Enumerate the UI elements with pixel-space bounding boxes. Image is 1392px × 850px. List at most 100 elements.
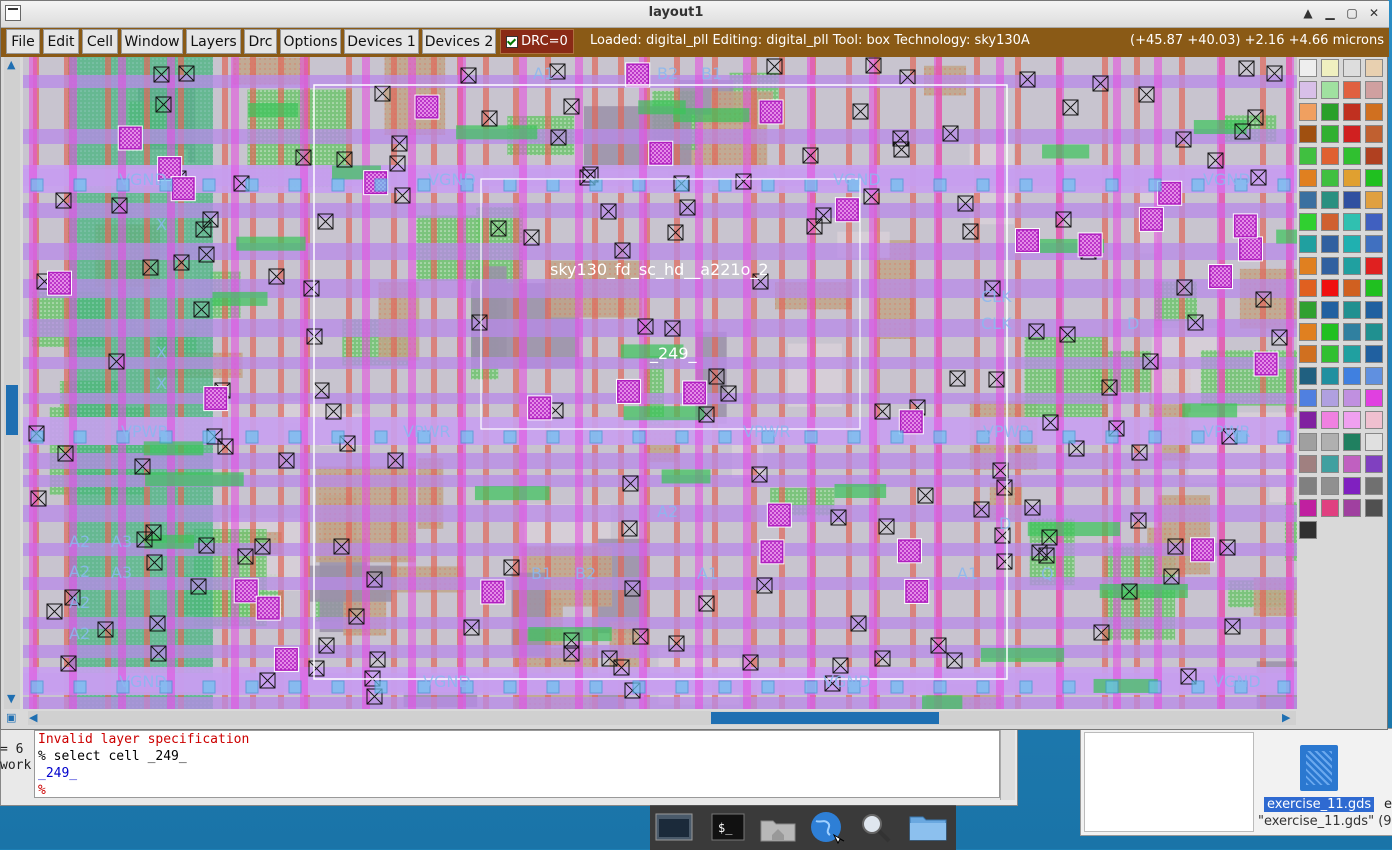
gds-file-icon[interactable] bbox=[1300, 745, 1338, 791]
layer-swatch[interactable] bbox=[1343, 499, 1361, 517]
layer-swatch[interactable] bbox=[1365, 499, 1383, 517]
layer-swatch[interactable] bbox=[1343, 389, 1361, 407]
layer-swatch[interactable] bbox=[1343, 257, 1361, 275]
scroll-down-icon[interactable]: ▼ bbox=[7, 692, 15, 705]
menu-devices-2[interactable]: Devices 2 bbox=[422, 29, 496, 54]
layer-swatch[interactable] bbox=[1321, 169, 1339, 187]
layer-swatch[interactable] bbox=[1365, 433, 1383, 451]
scroll-up-icon[interactable]: ▲ bbox=[7, 58, 15, 71]
layer-swatch[interactable] bbox=[1299, 213, 1317, 231]
layer-swatch[interactable] bbox=[1299, 125, 1317, 143]
layer-swatch[interactable] bbox=[1343, 477, 1361, 495]
scroll-right-icon[interactable]: ▶ bbox=[1282, 711, 1290, 724]
vertical-scroll-thumb[interactable] bbox=[6, 385, 18, 435]
menu-devices-1[interactable]: Devices 1 bbox=[344, 29, 419, 54]
layer-swatch[interactable] bbox=[1321, 477, 1339, 495]
layer-swatch[interactable] bbox=[1365, 147, 1383, 165]
layer-swatch[interactable] bbox=[1299, 301, 1317, 319]
browser-globe-icon[interactable] bbox=[804, 808, 848, 846]
layer-swatch[interactable] bbox=[1299, 477, 1317, 495]
layer-swatch[interactable] bbox=[1365, 191, 1383, 209]
drc-toggle[interactable]: DRC=0 bbox=[500, 29, 574, 54]
layer-swatch[interactable] bbox=[1365, 455, 1383, 473]
menu-cell[interactable]: Cell bbox=[82, 29, 118, 54]
keep-above-icon[interactable]: ▲ bbox=[1299, 5, 1317, 21]
layer-swatch[interactable] bbox=[1343, 147, 1361, 165]
layer-swatch[interactable] bbox=[1299, 455, 1317, 473]
layer-swatch[interactable] bbox=[1299, 521, 1317, 539]
layer-swatch[interactable] bbox=[1321, 81, 1339, 99]
scroll-left-icon[interactable]: ◀ bbox=[29, 711, 37, 724]
layer-swatch[interactable] bbox=[1343, 455, 1361, 473]
layer-swatch[interactable] bbox=[1365, 169, 1383, 187]
layer-palette[interactable] bbox=[1298, 57, 1386, 587]
layer-swatch[interactable] bbox=[1343, 81, 1361, 99]
menu-layers[interactable]: Layers bbox=[186, 29, 241, 54]
layer-swatch[interactable] bbox=[1321, 345, 1339, 363]
layer-swatch[interactable] bbox=[1343, 323, 1361, 341]
layer-swatch[interactable] bbox=[1321, 59, 1339, 77]
layer-swatch[interactable] bbox=[1299, 59, 1317, 77]
zoom-box-icon[interactable]: ▣ bbox=[6, 711, 16, 724]
menu-file[interactable]: File bbox=[6, 29, 40, 54]
layer-swatch[interactable] bbox=[1299, 235, 1317, 253]
layer-swatch[interactable] bbox=[1321, 301, 1339, 319]
layer-swatch[interactable] bbox=[1365, 367, 1383, 385]
layer-swatch[interactable] bbox=[1299, 147, 1317, 165]
horizontal-scroll-thumb[interactable] bbox=[711, 712, 939, 724]
vertical-scrollbar[interactable] bbox=[4, 57, 20, 709]
title-bar[interactable]: layout1 ▲ ▁ ▢ ✕ bbox=[1, 1, 1389, 28]
layer-swatch[interactable] bbox=[1365, 103, 1383, 121]
layer-swatch[interactable] bbox=[1299, 81, 1317, 99]
layer-swatch[interactable] bbox=[1343, 301, 1361, 319]
layer-swatch[interactable] bbox=[1365, 213, 1383, 231]
layer-swatch[interactable] bbox=[1299, 433, 1317, 451]
layer-swatch[interactable] bbox=[1299, 103, 1317, 121]
file-label-cut[interactable]: e bbox=[1384, 797, 1392, 812]
layer-swatch[interactable] bbox=[1365, 257, 1383, 275]
layer-swatch[interactable] bbox=[1365, 301, 1383, 319]
layer-swatch[interactable] bbox=[1321, 235, 1339, 253]
minimize-icon[interactable]: ▁ bbox=[1321, 5, 1339, 21]
layer-swatch[interactable] bbox=[1321, 213, 1339, 231]
menu-drc[interactable]: Drc bbox=[244, 29, 277, 54]
layer-swatch[interactable] bbox=[1299, 257, 1317, 275]
layer-swatch[interactable] bbox=[1299, 367, 1317, 385]
close-icon[interactable]: ✕ bbox=[1365, 5, 1383, 21]
layer-swatch[interactable] bbox=[1321, 279, 1339, 297]
layer-swatch[interactable] bbox=[1365, 125, 1383, 143]
layer-swatch[interactable] bbox=[1365, 389, 1383, 407]
layer-swatch[interactable] bbox=[1343, 235, 1361, 253]
layer-swatch[interactable] bbox=[1343, 411, 1361, 429]
layer-swatch[interactable] bbox=[1365, 235, 1383, 253]
console-output[interactable]: Invalid layer specification % select cel… bbox=[34, 730, 1000, 798]
layer-swatch[interactable] bbox=[1343, 213, 1361, 231]
layer-swatch[interactable] bbox=[1365, 477, 1383, 495]
layer-swatch[interactable] bbox=[1343, 367, 1361, 385]
search-magnifier-icon[interactable] bbox=[854, 808, 898, 846]
layer-swatch[interactable] bbox=[1321, 147, 1339, 165]
layer-swatch[interactable] bbox=[1365, 81, 1383, 99]
layer-swatch[interactable] bbox=[1321, 323, 1339, 341]
layer-swatch[interactable] bbox=[1365, 411, 1383, 429]
layer-swatch[interactable] bbox=[1299, 345, 1317, 363]
console-prompt[interactable]: % bbox=[38, 782, 999, 799]
gds-file-label[interactable]: exercise_11.gds bbox=[1264, 797, 1375, 812]
maximize-icon[interactable]: ▢ bbox=[1343, 5, 1361, 21]
layer-swatch[interactable] bbox=[1321, 103, 1339, 121]
layer-swatch[interactable] bbox=[1321, 389, 1339, 407]
console-scrollbar[interactable] bbox=[1000, 730, 1015, 800]
layer-swatch[interactable] bbox=[1321, 191, 1339, 209]
layer-swatch[interactable] bbox=[1343, 103, 1361, 121]
layer-swatch[interactable] bbox=[1365, 323, 1383, 341]
drc-checkbox[interactable] bbox=[506, 35, 519, 48]
layer-swatch[interactable] bbox=[1299, 389, 1317, 407]
layout-canvas[interactable]: VGND VGND VGND VGND VPWR VPWR VPWR VPWR VPWR VGND… bbox=[23, 57, 1297, 709]
layer-swatch[interactable] bbox=[1299, 323, 1317, 341]
layer-swatch[interactable] bbox=[1365, 345, 1383, 363]
layer-swatch[interactable] bbox=[1299, 279, 1317, 297]
layer-swatch[interactable] bbox=[1365, 59, 1383, 77]
layer-swatch[interactable] bbox=[1321, 257, 1339, 275]
terminal-window-icon[interactable] bbox=[652, 808, 696, 846]
layer-swatch[interactable] bbox=[1343, 59, 1361, 77]
